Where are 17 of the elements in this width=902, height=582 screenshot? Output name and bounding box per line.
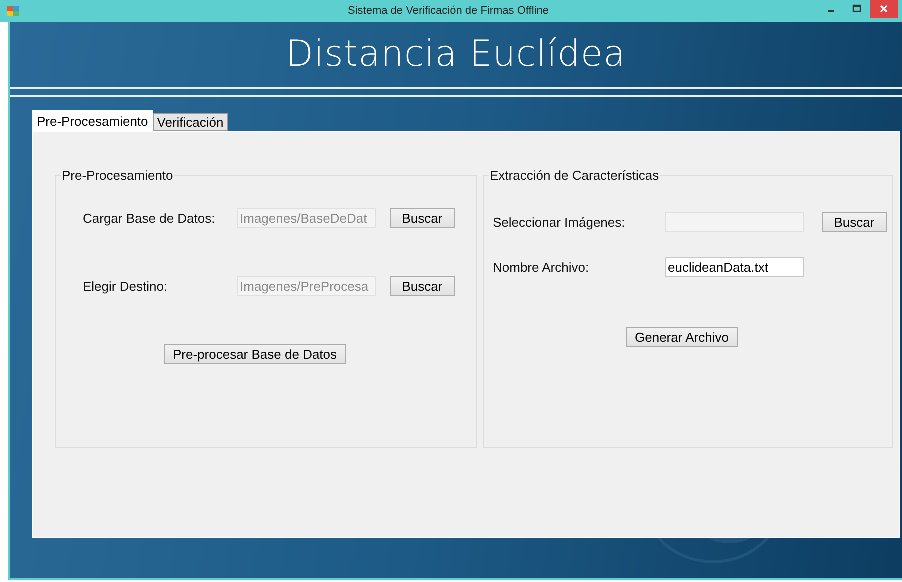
- window-title: Sistema de Verificación de Firmas Offline: [347, 5, 550, 17]
- app-icon: [7, 5, 19, 17]
- group-title: Pre-Procesamiento: [61, 168, 174, 183]
- field-label: Cargar Base de Datos:: [83, 210, 216, 226]
- app-heading: Distancia Euclídea: [284, 33, 628, 77]
- action-button[interactable]: Generar Archivo: [626, 327, 738, 347]
- field-label: Seleccionar Imágenes:: [493, 214, 626, 230]
- close-button[interactable]: [870, 0, 898, 18]
- tab[interactable]: Verificación: [153, 113, 228, 131]
- tab[interactable]: Pre-Procesamiento: [32, 110, 154, 131]
- field-label: Elegir Destino:: [83, 278, 169, 294]
- close-icon: [879, 4, 889, 14]
- field-label: Nombre Archivo:: [493, 260, 590, 274]
- text-field[interactable]: euclideanData.txt: [665, 257, 804, 277]
- action-button[interactable]: Pre-procesar Base de Datos: [164, 344, 346, 364]
- group-title: Extracción de Características: [489, 168, 660, 183]
- maximize-icon: [852, 4, 862, 14]
